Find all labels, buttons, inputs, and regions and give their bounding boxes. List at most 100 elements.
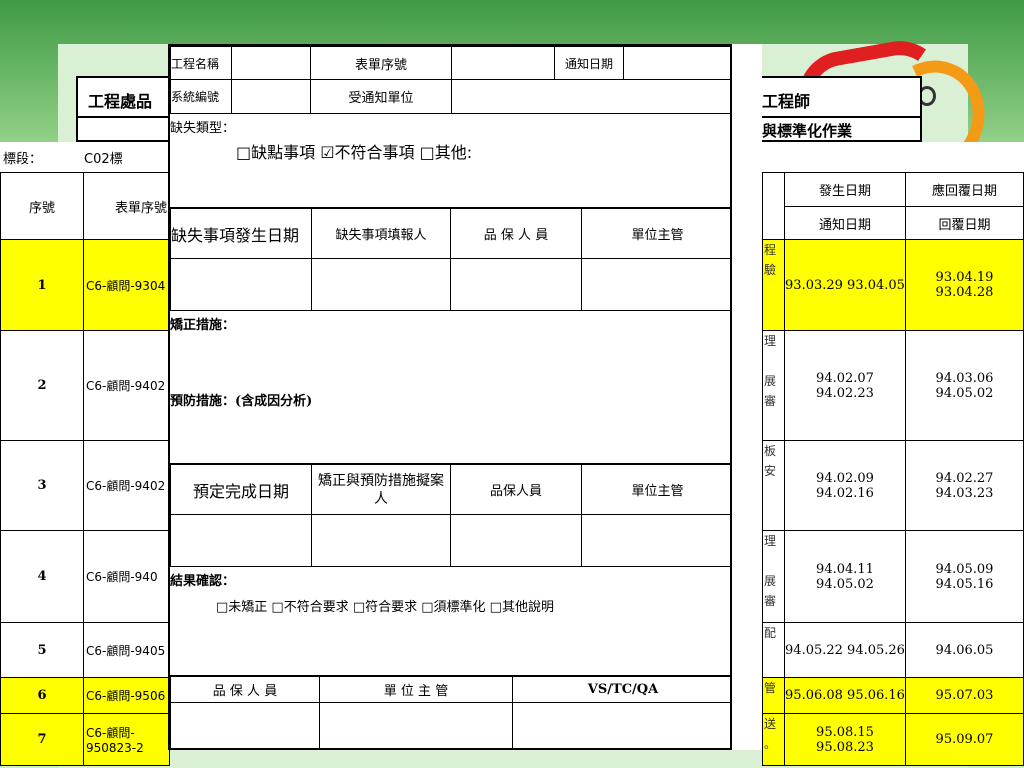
notify-date-label: 通知日期 xyxy=(554,46,624,80)
unit-head-field-2[interactable] xyxy=(581,514,730,567)
notified-unit-field[interactable] xyxy=(451,79,730,114)
table-row[interactable]: 1 C6-顧問-9304 xyxy=(0,239,170,331)
form-no-field[interactable] xyxy=(451,46,555,80)
col-notify-header: 通知日期 xyxy=(784,206,906,240)
vs-tc-qa-field[interactable] xyxy=(512,702,730,748)
row-due: 95.09.07 xyxy=(905,713,1024,766)
notify-date-field[interactable] xyxy=(623,46,730,80)
row-form-no: C6-顧問-9304 xyxy=(83,239,170,331)
signoff-table-2: 預定完成日期 矯正與預防措施擬案人 品保人員 單位主管 xyxy=(170,464,730,567)
plan-date-field[interactable] xyxy=(170,514,312,567)
defect-type-options[interactable]: □缺點事項 ☑不符合事項 □其他: xyxy=(236,139,472,163)
reporter-field[interactable] xyxy=(311,258,451,311)
row-due: 95.07.03 xyxy=(905,677,1024,714)
project-name-field[interactable] xyxy=(231,46,311,80)
list-table-left: 序號 表單序號 1 C6-顧問-9304 2 C6-顧問-9402 3 C6-顧… xyxy=(0,172,170,766)
row-due: 94.03.06 94.05.02 xyxy=(905,330,1024,441)
qa-staff-field[interactable] xyxy=(450,258,582,311)
col-index-header: 序號 xyxy=(0,172,84,240)
table-row[interactable]: 程 驗 93.03.29 93.04.05 93.04.19 93.04.28 xyxy=(762,239,1024,331)
qa-staff-label-2: 品保人員 xyxy=(450,464,582,515)
table-row[interactable]: 5 C6-顧問-9405 xyxy=(0,622,170,678)
col-due-header: 應回覆日期 xyxy=(905,172,1024,207)
form-gap xyxy=(732,44,762,750)
row-form-no: C6-顧問-9405 xyxy=(83,622,170,678)
table-row[interactable]: 3 C6-顧問-9402 xyxy=(0,440,170,531)
row-due: 94.02.27 94.03.23 xyxy=(905,440,1024,531)
col-occur-header: 發生日期 xyxy=(784,172,906,207)
system-no-label: 系統編號 xyxy=(170,79,232,114)
table-row[interactable]: 板 安 94.02.09 94.02.16 94.02.27 94.03.23 xyxy=(762,440,1024,531)
row-dates: 94.02.07 94.02.23 xyxy=(784,330,906,441)
col-frag-header xyxy=(762,172,785,240)
row-due: 93.04.19 93.04.28 xyxy=(905,239,1024,331)
row-form-no: C6-顧問-9402 xyxy=(83,440,170,531)
row-desc: 理 展 審 xyxy=(762,530,785,623)
form-header-table: 工程名稱 表單序號 通知日期 系統編號 受通知單位 xyxy=(170,46,730,114)
signoff-table-1: 缺失事項發生日期 缺失事項填報人 品 保 人 員 單位主管 xyxy=(170,208,730,311)
row-index: 6 xyxy=(0,677,84,714)
table-row[interactable]: 配 94.05.22 94.05.26 94.06.05 xyxy=(762,622,1024,678)
table-row[interactable]: 4 C6-顧問-940 xyxy=(0,530,170,623)
row-index: 3 xyxy=(0,440,84,531)
qa-staff-field-2[interactable] xyxy=(450,514,582,567)
row-index: 4 xyxy=(0,530,84,623)
defect-type-label: 缺失類型： xyxy=(170,121,236,136)
preventive-label: 預防措施：(含成因分析) xyxy=(170,394,313,409)
table-row[interactable]: 理 展 審 94.04.11 94.05.02 94.05.09 94.05.1… xyxy=(762,530,1024,623)
unit-head-label: 單位主管 xyxy=(581,208,730,259)
row-dates: 95.08.15 95.08.23 xyxy=(784,713,906,766)
qa-staff-label: 品 保 人 員 xyxy=(450,208,582,259)
defect-type-block: 缺失類型： □缺點事項 ☑不符合事項 □其他: xyxy=(170,113,730,208)
row-form-no: C6-顧問-9402 xyxy=(83,330,170,441)
table-row[interactable]: 7 C6-顧問- 950823-2 xyxy=(0,713,170,766)
stage-label: 標段： xyxy=(3,152,43,167)
stage-row: 標段： C02標 xyxy=(0,142,170,172)
occur-date-field[interactable] xyxy=(170,258,312,311)
project-name-label: 工程名稱 xyxy=(170,46,232,80)
table-row[interactable]: 2 C6-顧問-9402 xyxy=(0,330,170,441)
unit-head-field-3[interactable] xyxy=(319,702,513,748)
notified-unit-label: 受通知單位 xyxy=(310,79,452,114)
form-no-label: 表單序號 xyxy=(310,46,452,80)
row-index: 7 xyxy=(0,713,84,766)
unit-head-label-3: 單 位 主 管 xyxy=(319,676,513,703)
qa-staff-label-3: 品 保 人 員 xyxy=(170,676,320,703)
unit-head-label-2: 單位主管 xyxy=(581,464,730,515)
row-due: 94.06.05 xyxy=(905,622,1024,678)
right-stage-row xyxy=(762,142,1024,172)
row-desc: 理 展 審 xyxy=(762,330,785,441)
row-desc: 管 xyxy=(762,677,785,714)
row-due: 94.05.09 94.05.16 xyxy=(905,530,1024,623)
col-reply-header: 回覆日期 xyxy=(905,206,1024,240)
result-options[interactable]: □未矯正 □不符合要求 □符合要求 □須標準化 □其他說明 xyxy=(216,596,554,615)
planner-label: 矯正與預防措施擬案人 xyxy=(311,464,451,515)
row-form-no: C6-顧問- 950823-2 xyxy=(83,713,170,766)
corrective-label: 矯正措施： xyxy=(170,318,236,333)
row-form-no: C6-顧問-9506 xyxy=(83,677,170,714)
vs-tc-qa-label: VS/TC/QA xyxy=(512,676,730,703)
result-label: 結果確認： xyxy=(170,574,236,589)
qa-staff-field-3[interactable] xyxy=(170,702,320,748)
planner-field[interactable] xyxy=(311,514,451,567)
corrective-block[interactable]: 矯正措施： 預防措施：(含成因分析) xyxy=(170,310,730,464)
table-row[interactable]: 管 95.06.08 95.06.16 95.07.03 xyxy=(762,677,1024,714)
result-block: 結果確認： □未矯正 □不符合要求 □符合要求 □須標準化 □其他說明 xyxy=(170,566,730,676)
header-right-sub: 與標準化作業 xyxy=(760,118,922,142)
row-dates: 94.02.09 94.02.16 xyxy=(784,440,906,531)
header-right-title: 工程師 xyxy=(760,76,922,118)
unit-head-field[interactable] xyxy=(581,258,730,311)
table-row[interactable]: 6 C6-顧問-9506 xyxy=(0,677,170,714)
signoff-table-3: 品 保 人 員 單 位 主 管 VS/TC/QA xyxy=(170,676,730,748)
row-index: 5 xyxy=(0,622,84,678)
col-form-header: 表單序號 xyxy=(83,172,170,240)
system-no-field[interactable] xyxy=(231,79,311,114)
row-dates: 94.05.22 94.05.26 xyxy=(784,622,906,678)
row-form-no: C6-顧問-940 xyxy=(83,530,170,623)
defect-report-form: 工程名稱 表單序號 通知日期 系統編號 受通知單位 缺失類型： □缺點事項 ☑不… xyxy=(168,44,732,750)
row-desc: 送 。 xyxy=(762,713,785,766)
row-index: 1 xyxy=(0,239,84,331)
plan-date-label: 預定完成日期 xyxy=(170,464,312,515)
table-row[interactable]: 送 。 95.08.15 95.08.23 95.09.07 xyxy=(762,713,1024,766)
table-row[interactable]: 理 展 審 94.02.07 94.02.23 94.03.06 94.05.0… xyxy=(762,330,1024,441)
